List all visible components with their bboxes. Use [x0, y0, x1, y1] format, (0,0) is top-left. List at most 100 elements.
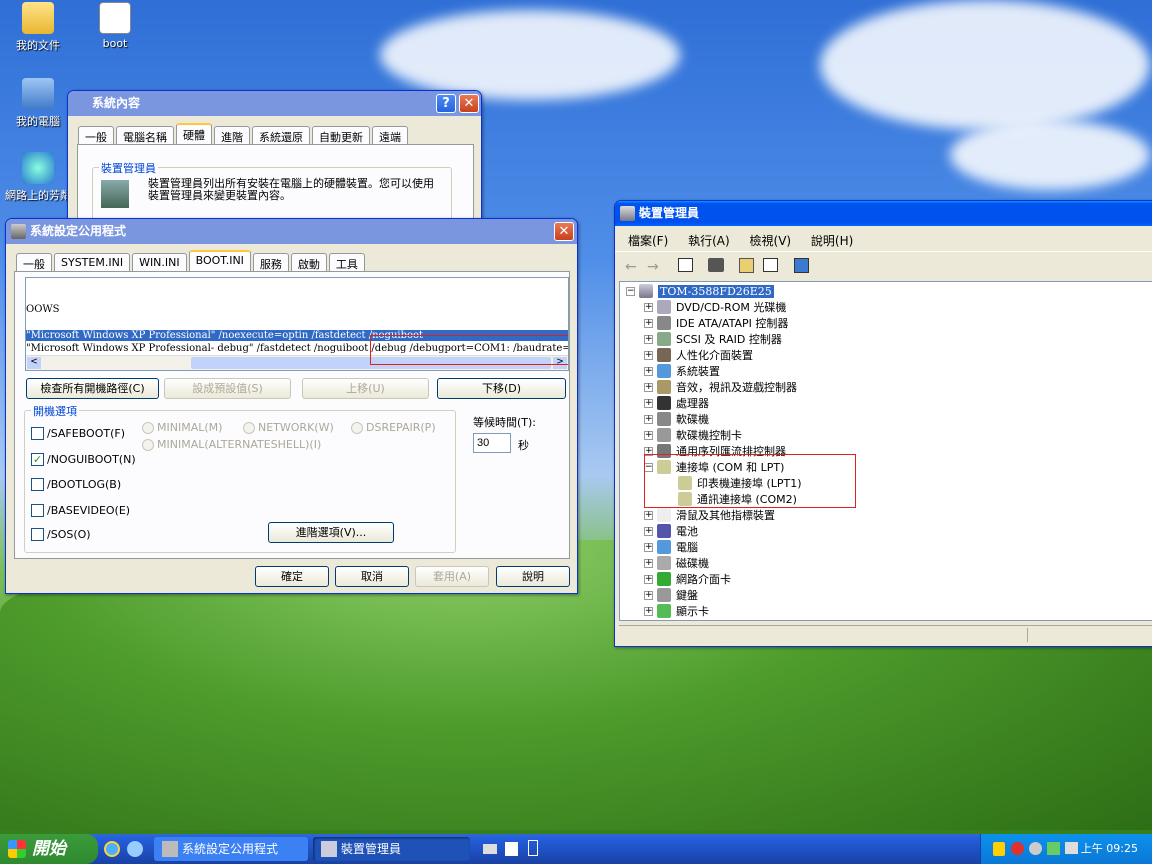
keyboard-icon[interactable] — [483, 844, 497, 854]
noguiboot-checkbox[interactable]: ✓/NOGUIBOOT(N) — [31, 453, 136, 466]
expand-icon[interactable]: + — [644, 382, 653, 392]
desktop-icon-my-computer[interactable]: 我的電腦 — [0, 78, 76, 129]
help-button[interactable]: 說明 — [496, 566, 570, 587]
desktop-icon-network[interactable]: 網路上的芳鄰 — [0, 152, 76, 203]
tab-win-ini[interactable]: WIN.INI — [132, 253, 187, 271]
ok-button[interactable]: 確定 — [255, 566, 329, 587]
expand-icon[interactable]: + — [644, 318, 653, 328]
tree-item[interactable]: + 鍵盤 — [644, 587, 698, 603]
expand-icon[interactable]: + — [644, 606, 653, 616]
tree-item[interactable]: + 顯示卡 — [644, 603, 709, 619]
altshell-radio[interactable]: MINIMAL(ALTERNATESHELL)(I) — [142, 438, 321, 451]
expand-icon[interactable]: + — [644, 558, 653, 568]
desktop-icon-my-documents[interactable]: 我的文件 — [0, 2, 76, 53]
expand-icon[interactable]: + — [644, 334, 653, 344]
print-icon[interactable] — [708, 258, 724, 272]
quicklaunch-icon[interactable] — [127, 841, 143, 857]
radio-circle[interactable] — [142, 421, 154, 434]
tab-general[interactable]: 一般 — [16, 253, 52, 271]
tab-system-restore[interactable]: 系統還原 — [252, 126, 310, 144]
bootlog-checkbox[interactable]: /BOOTLOG(B) — [31, 478, 121, 491]
show-hide-tree-icon[interactable] — [678, 258, 693, 272]
check-boot-paths-button[interactable]: 檢查所有開機路徑(C) — [26, 378, 159, 399]
properties-icon[interactable] — [739, 258, 754, 273]
task-msconfig[interactable]: 系統設定公用程式 — [154, 837, 308, 861]
scroll-left-arrow-icon[interactable]: < — [27, 357, 41, 369]
expand-icon[interactable]: + — [644, 430, 653, 440]
tab-system-ini[interactable]: SYSTEM.INI — [54, 253, 131, 271]
checkbox-box[interactable] — [31, 528, 44, 541]
tab-remote[interactable]: 遠端 — [372, 126, 408, 144]
menu-view[interactable]: 檢視(V) — [750, 234, 792, 248]
tab-boot-ini[interactable]: BOOT.INI — [188, 250, 251, 271]
language-icon[interactable] — [528, 840, 538, 856]
move-down-button[interactable]: 下移(D) — [437, 378, 566, 399]
close-button[interactable]: ✕ — [554, 222, 574, 241]
tree-item[interactable]: + 軟碟機 — [644, 411, 709, 427]
close-button[interactable]: ✕ — [459, 94, 479, 113]
network-tray-icon[interactable] — [1065, 842, 1078, 854]
expand-icon[interactable]: + — [644, 590, 653, 600]
advanced-options-button[interactable]: 進階選項(V)... — [268, 522, 394, 543]
safeboot-checkbox[interactable]: /SAFEBOOT(F) — [31, 427, 125, 440]
help-icon[interactable] — [505, 842, 518, 856]
tree-item[interactable]: + SCSI 及 RAID 控制器 — [644, 331, 782, 347]
timeout-input[interactable] — [473, 433, 511, 453]
checkbox-box[interactable] — [31, 504, 44, 517]
tray-icon[interactable] — [1029, 842, 1042, 855]
menu-help[interactable]: 說明(H) — [811, 234, 853, 248]
tree-item[interactable]: + 電池 — [644, 523, 698, 539]
tree-item[interactable]: + 人性化介面裝置 — [644, 347, 753, 363]
tab-services[interactable]: 服務 — [252, 253, 289, 271]
title-bar[interactable]: 裝置管理員 — [615, 201, 1152, 226]
tab-auto-update[interactable]: 自動更新 — [312, 126, 370, 144]
cancel-button[interactable]: 取消 — [335, 566, 409, 587]
menu-file[interactable]: 檔案(F) — [628, 234, 668, 248]
tab-advanced[interactable]: 進階 — [214, 126, 250, 144]
checkbox-box[interactable] — [31, 478, 44, 491]
scan-hardware-icon[interactable] — [794, 258, 809, 273]
tree-item[interactable]: + 處理器 — [644, 395, 709, 411]
collapse-icon[interactable]: − — [626, 286, 635, 296]
tray-icon[interactable] — [1047, 842, 1060, 855]
menu-action[interactable]: 執行(A) — [688, 234, 730, 248]
tree-item[interactable]: + 音效，視訊及遊戲控制器 — [644, 379, 797, 395]
apply-button[interactable]: 套用(A) — [415, 566, 489, 587]
radio-circle[interactable] — [243, 421, 255, 434]
network-radio[interactable]: NETWORK(W) — [243, 421, 334, 434]
tree-item[interactable]: + 電腦 — [644, 539, 698, 555]
minimal-radio[interactable]: MINIMAL(M) — [142, 421, 222, 434]
sos-checkbox[interactable]: /SOS(O) — [31, 528, 91, 541]
tree-item[interactable]: + 滑鼠及其他指標裝置 — [644, 507, 775, 523]
radio-circle[interactable] — [142, 438, 154, 451]
tree-item[interactable]: + 軟碟機控制卡 — [644, 427, 742, 443]
back-icon[interactable]: ← — [625, 259, 637, 275]
tab-startup[interactable]: 啟動 — [290, 253, 327, 271]
set-default-button[interactable]: 設成預設值(S) — [164, 378, 291, 399]
ie-icon[interactable] — [104, 841, 120, 857]
check-icon[interactable]: ✓ — [31, 453, 44, 466]
tab-general[interactable]: 一般 — [78, 126, 114, 144]
start-button[interactable]: 開始 — [0, 834, 98, 864]
dsrepair-radio[interactable]: DSREPAIR(P) — [351, 421, 436, 434]
basevideo-checkbox[interactable]: /BASEVIDEO(E) — [31, 504, 130, 517]
expand-icon[interactable]: + — [644, 302, 653, 312]
security-icon[interactable] — [993, 842, 1005, 856]
title-bar[interactable]: 系統設定公用程式 ✕ — [6, 219, 577, 244]
help-button[interactable]: ? — [436, 94, 456, 113]
desktop-icon-boot[interactable]: boot — [77, 2, 153, 50]
radio-circle[interactable] — [351, 421, 363, 434]
tree-item[interactable]: + DVD/CD-ROM 光碟機 — [644, 299, 786, 315]
expand-icon[interactable]: + — [644, 526, 653, 536]
tab-computer-name[interactable]: 電腦名稱 — [116, 126, 174, 144]
tree-item[interactable]: + IDE ATA/ATAPI 控制器 — [644, 315, 788, 331]
forward-icon[interactable]: → — [647, 259, 659, 275]
tree-root[interactable]: − TOM-3588FD26E25 — [626, 283, 774, 299]
help-pane-icon[interactable] — [763, 258, 778, 272]
boot-ini-listbox[interactable]: OOWS "Microsoft Windows XP Professional"… — [25, 277, 569, 371]
expand-icon[interactable]: + — [644, 398, 653, 408]
expand-icon[interactable]: + — [644, 414, 653, 424]
expand-icon[interactable]: + — [644, 366, 653, 376]
task-device-manager[interactable]: 裝置管理員 — [313, 837, 470, 861]
expand-icon[interactable]: + — [644, 350, 653, 360]
